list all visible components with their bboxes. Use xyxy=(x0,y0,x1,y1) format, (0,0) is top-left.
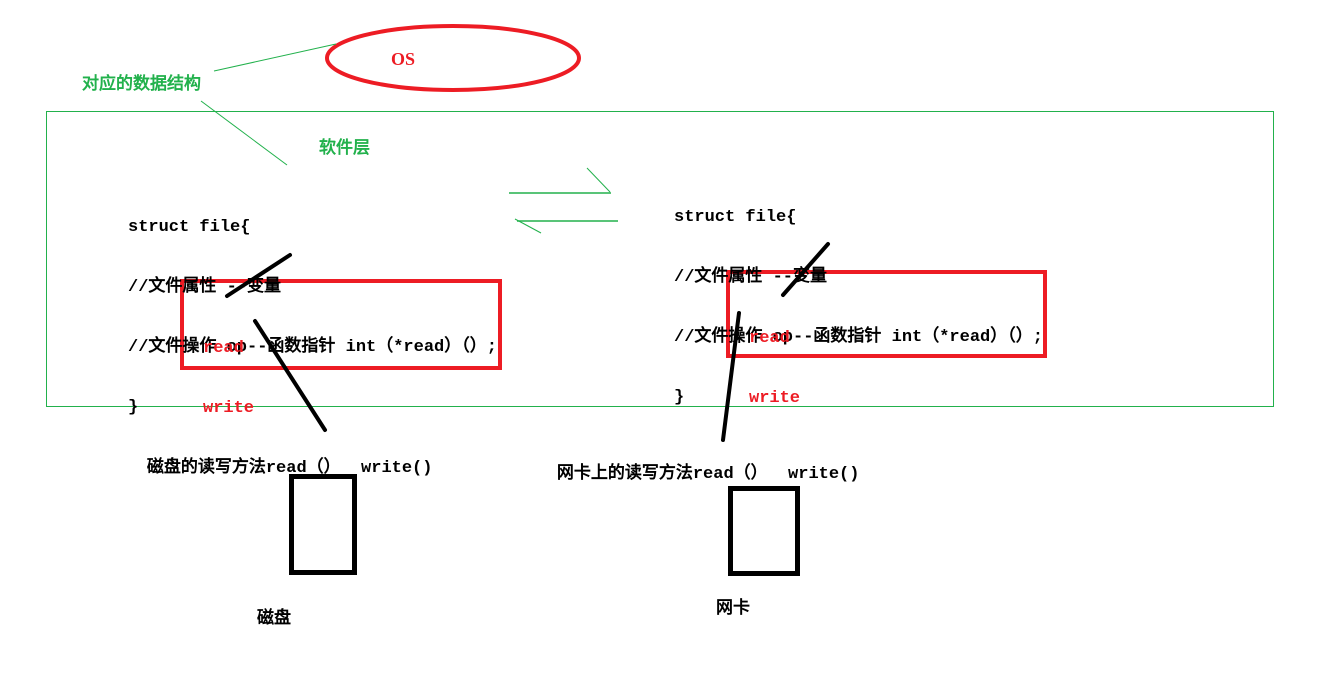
software-layer-label: 软件层 xyxy=(319,138,370,158)
nic-method-calls: read（） write() xyxy=(692,465,860,484)
struct-file-left: struct file{ //文件属性 --变量 //文件操作 op--函数指针… xyxy=(128,181,497,438)
os-to-datastructure-line xyxy=(213,43,337,72)
arrow-right xyxy=(509,167,611,194)
os-ellipse xyxy=(325,24,581,92)
arrow-left xyxy=(514,218,618,234)
datastructure-to-layer-line xyxy=(200,100,288,166)
disk-methods: 磁盘的读写方法read（） write() xyxy=(135,442,433,478)
disk-device-icon xyxy=(289,474,357,575)
disk-method-calls: read（） write() xyxy=(265,459,433,478)
nic-method-prefix: 网卡上的读写方法 xyxy=(556,463,693,483)
op-write: write xyxy=(749,389,801,408)
struct-line: struct file{ xyxy=(128,218,251,237)
nic-label: 网卡 xyxy=(716,598,750,618)
op-write: write xyxy=(203,399,255,418)
struct-line: //文件属性 --变量 xyxy=(674,268,828,287)
data-structure-label: 对应的数据结构 xyxy=(82,74,201,94)
struct-file-right: struct file{ //文件属性 --变量 //文件操作 op--函数指针… xyxy=(674,171,1043,428)
struct-line: } xyxy=(674,388,685,407)
op-read: read xyxy=(749,329,790,348)
nic-methods: 网卡上的读写方法read（） write() xyxy=(545,448,860,484)
nic-device-icon xyxy=(728,486,800,576)
right-ops-list: read write xyxy=(749,292,800,429)
struct-line: } xyxy=(128,398,139,417)
struct-line: //文件操作 op--函数指针 int（*read）（）; xyxy=(674,328,1043,347)
op-read: read xyxy=(203,339,244,358)
os-label: OS xyxy=(391,49,416,69)
left-ops-list: read write xyxy=(203,302,254,439)
struct-line: //文件属性 --变量 xyxy=(128,278,282,297)
struct-line: //文件操作 op--函数指针 int（*read）（）; xyxy=(128,338,497,357)
disk-method-prefix: 磁盘的读写方法 xyxy=(146,457,266,477)
disk-label: 磁盘 xyxy=(257,608,291,628)
struct-line: struct file{ xyxy=(674,208,797,227)
